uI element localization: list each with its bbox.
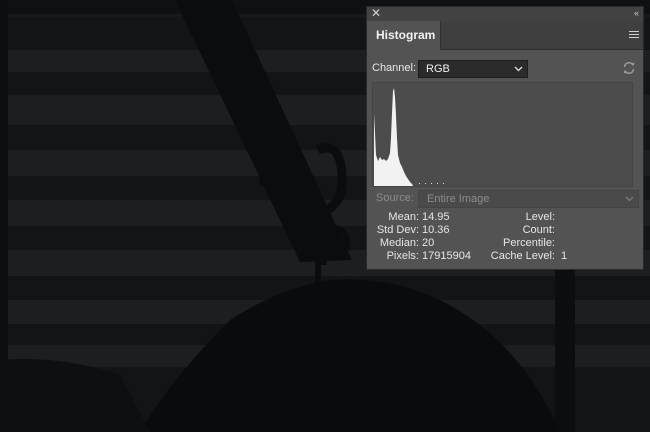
cache-level-label: Cache Level: [490, 250, 555, 262]
histogram-tick-dots [419, 183, 444, 184]
chevron-down-icon [625, 196, 634, 202]
source-select[interactable]: Entire Image [418, 190, 639, 208]
close-icon[interactable]: ✕ [370, 6, 382, 20]
median-value: 20 [422, 237, 435, 249]
panel-tab-strip: Histogram [367, 21, 643, 50]
pixels-value: 17915904 [422, 250, 471, 262]
histogram-curve [374, 88, 413, 186]
percentile-label: Percentile: [503, 237, 555, 249]
tab-histogram[interactable]: Histogram [367, 21, 441, 50]
level-label: Level: [525, 211, 555, 223]
refresh-icon[interactable] [621, 60, 637, 76]
panel-menu-icon[interactable] [629, 31, 639, 40]
mean-label: Mean: [388, 211, 419, 223]
source-label: Source: [376, 192, 414, 204]
stddev-label: Std Dev: [376, 224, 419, 236]
channel-select[interactable]: RGB [418, 60, 528, 78]
double-chevron-left-icon[interactable]: ‹‹ [634, 6, 639, 20]
chevron-down-icon [514, 66, 523, 72]
panel-titlebar[interactable]: ✕ ‹‹ [367, 6, 643, 21]
histogram-panel: ✕ ‹‹ Histogram Channel: RGB Source: Enti… [367, 6, 643, 269]
cache-level-value: 1 [561, 250, 568, 262]
source-select-value: Entire Image [427, 193, 490, 205]
pixels-label: Pixels: [386, 250, 419, 262]
count-label: Count: [522, 224, 555, 236]
channel-select-value: RGB [426, 63, 450, 75]
median-label: Median: [379, 237, 419, 249]
channel-label: Channel: [372, 62, 417, 74]
stddev-value: 10.36 [422, 224, 450, 236]
mean-value: 14.95 [422, 211, 450, 223]
histogram-graph [372, 82, 633, 187]
